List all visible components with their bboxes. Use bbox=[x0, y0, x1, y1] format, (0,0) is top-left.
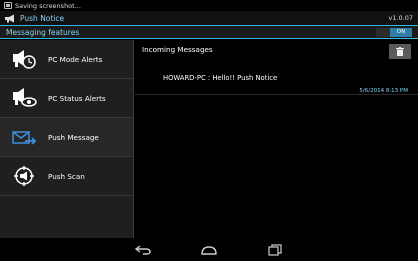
trash-icon bbox=[396, 47, 404, 56]
megaphone-icon bbox=[5, 14, 14, 22]
message-row[interactable]: HOWARD-PC : Hello!! Push Notice 5/6/2014… bbox=[135, 67, 418, 95]
toggle-off-track bbox=[376, 28, 390, 37]
section-title: Messaging features bbox=[6, 27, 80, 37]
status-text: Saving screenshot... bbox=[15, 1, 81, 10]
main-panel: Incoming Messages HOWARD-PC : Hello!! Pu… bbox=[135, 40, 418, 238]
message-text: HOWARD-PC : Hello!! Push Notice bbox=[163, 74, 278, 82]
main-title: Incoming Messages bbox=[142, 45, 213, 54]
system-nav-bar bbox=[0, 238, 418, 261]
message-timestamp: 5/6/2014 8:13 PM bbox=[359, 88, 408, 94]
sidebar-item-push-scan[interactable]: Push Scan bbox=[0, 157, 133, 196]
app-version: v1.0.07 bbox=[388, 14, 413, 22]
pc-eye-icon bbox=[13, 88, 37, 107]
app-title: Push Notice bbox=[20, 13, 65, 23]
sidebar-item-label: PC Status Alerts bbox=[48, 93, 106, 103]
sidebar-item-pc-status-alerts[interactable]: PC Status Alerts bbox=[0, 79, 133, 118]
pc-clock-icon bbox=[13, 50, 36, 69]
home-button[interactable] bbox=[198, 242, 220, 258]
delete-button[interactable] bbox=[389, 44, 411, 59]
toggle-on-label: ON bbox=[390, 28, 412, 37]
sidebar-item-label: Push Message bbox=[48, 132, 99, 142]
action-bar: Push Notice v1.0.07 bbox=[0, 11, 418, 25]
recent-apps-button[interactable] bbox=[264, 242, 286, 258]
sidebar-item-label: Push Scan bbox=[48, 171, 85, 181]
sidebar-item-label: PC Mode Alerts bbox=[48, 54, 103, 64]
envelope-arrow-icon bbox=[12, 131, 37, 145]
home-icon bbox=[201, 245, 217, 255]
back-icon bbox=[135, 244, 151, 255]
recent-apps-icon bbox=[268, 243, 282, 256]
sidebar-item-push-message[interactable]: Push Message bbox=[0, 118, 133, 157]
main-header: Incoming Messages bbox=[135, 40, 418, 59]
status-bar: Saving screenshot... bbox=[0, 0, 418, 11]
scan-icon bbox=[14, 166, 34, 186]
back-button[interactable] bbox=[132, 242, 154, 258]
screenshot-icon bbox=[4, 2, 12, 9]
sidebar-item-pc-mode-alerts[interactable]: PC Mode Alerts bbox=[0, 40, 133, 79]
sidebar: PC Mode Alerts PC Status Alerts Push Mes… bbox=[0, 40, 134, 238]
messaging-toggle[interactable]: ON bbox=[376, 28, 412, 37]
section-header: Messaging features ON bbox=[0, 26, 418, 39]
